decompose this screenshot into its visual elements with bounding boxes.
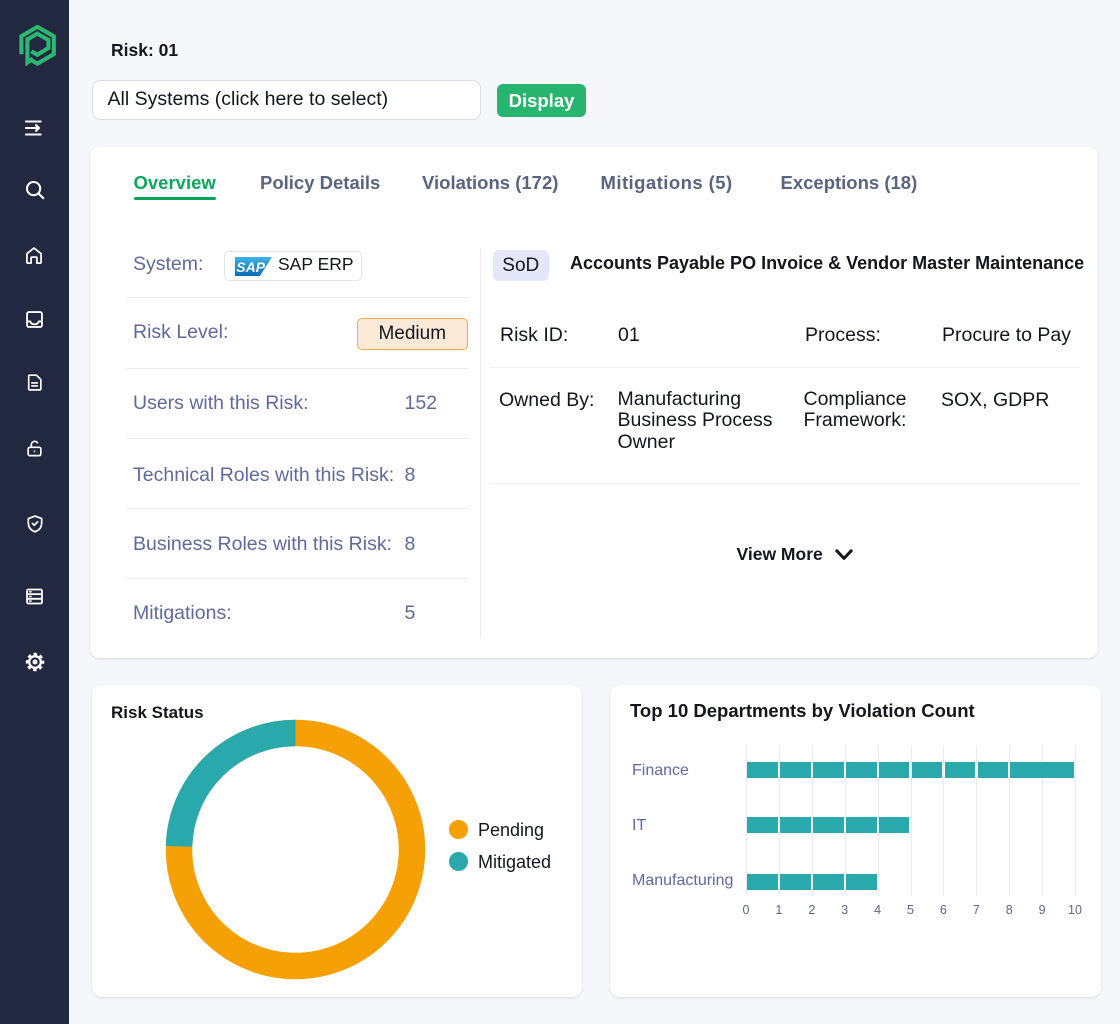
svg-text:SAP: SAP <box>236 259 265 275</box>
